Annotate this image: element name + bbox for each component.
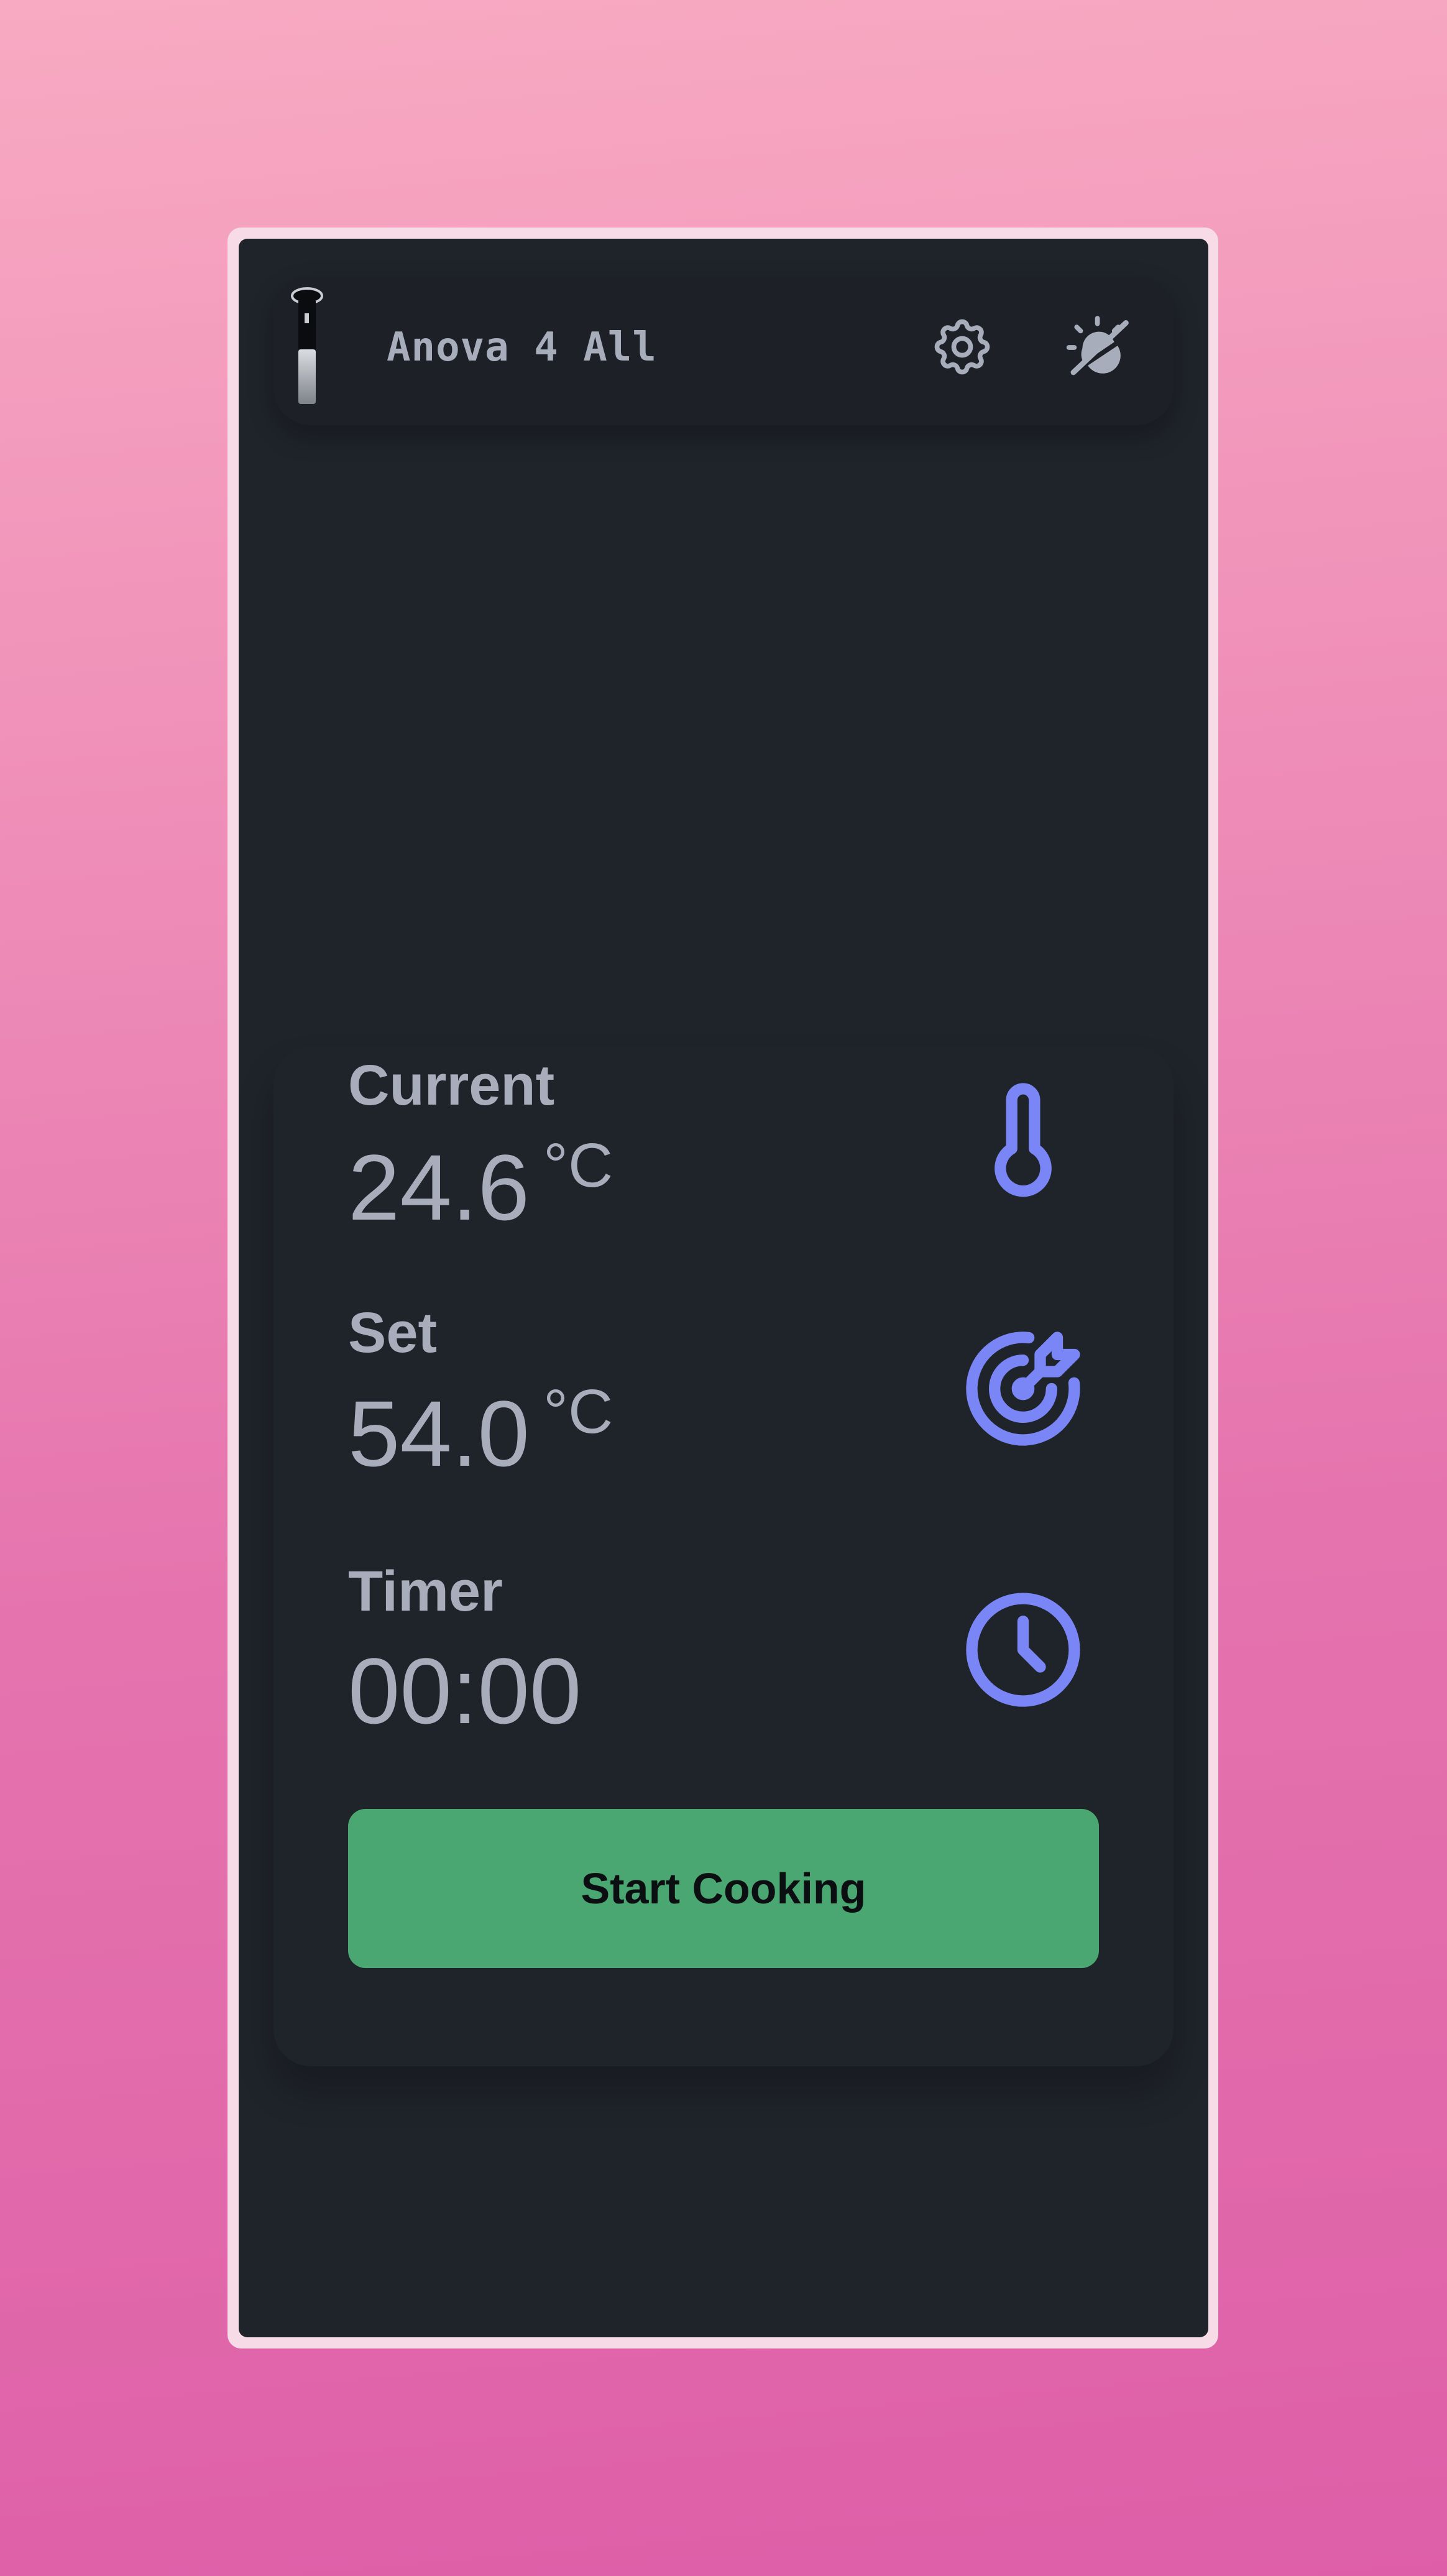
- theme-toggle-icon: [1066, 316, 1129, 375]
- theme-toggle-button[interactable]: [1062, 310, 1136, 384]
- timer-value: 00:00: [348, 1639, 582, 1743]
- current-temp-label: Current: [348, 1054, 555, 1117]
- current-temp-number: 24.6: [348, 1135, 530, 1240]
- set-temp-label: Set: [348, 1301, 438, 1364]
- settings-button[interactable]: [925, 310, 999, 384]
- start-cooking-button[interactable]: Start Cooking: [348, 1809, 1099, 1968]
- clock-icon: [966, 1593, 1080, 1707]
- set-temp-value: 54.0 °C: [348, 1377, 613, 1488]
- gear-icon: [934, 319, 990, 375]
- current-temp-value: 24.6 °C: [348, 1131, 613, 1241]
- current-temp-unit: °C: [543, 1131, 613, 1200]
- app-title: Anova 4 All: [387, 324, 657, 370]
- set-temp-number: 54.0: [348, 1381, 530, 1486]
- app-screen: Anova 4 All Current 24.6 °C Set 54.0 °C: [239, 239, 1208, 2337]
- target-icon: [966, 1332, 1080, 1446]
- logo-icon: [291, 287, 323, 404]
- timer-label: Timer: [348, 1560, 503, 1623]
- set-temp-unit: °C: [543, 1377, 613, 1447]
- thermometer-icon: [995, 1083, 1052, 1197]
